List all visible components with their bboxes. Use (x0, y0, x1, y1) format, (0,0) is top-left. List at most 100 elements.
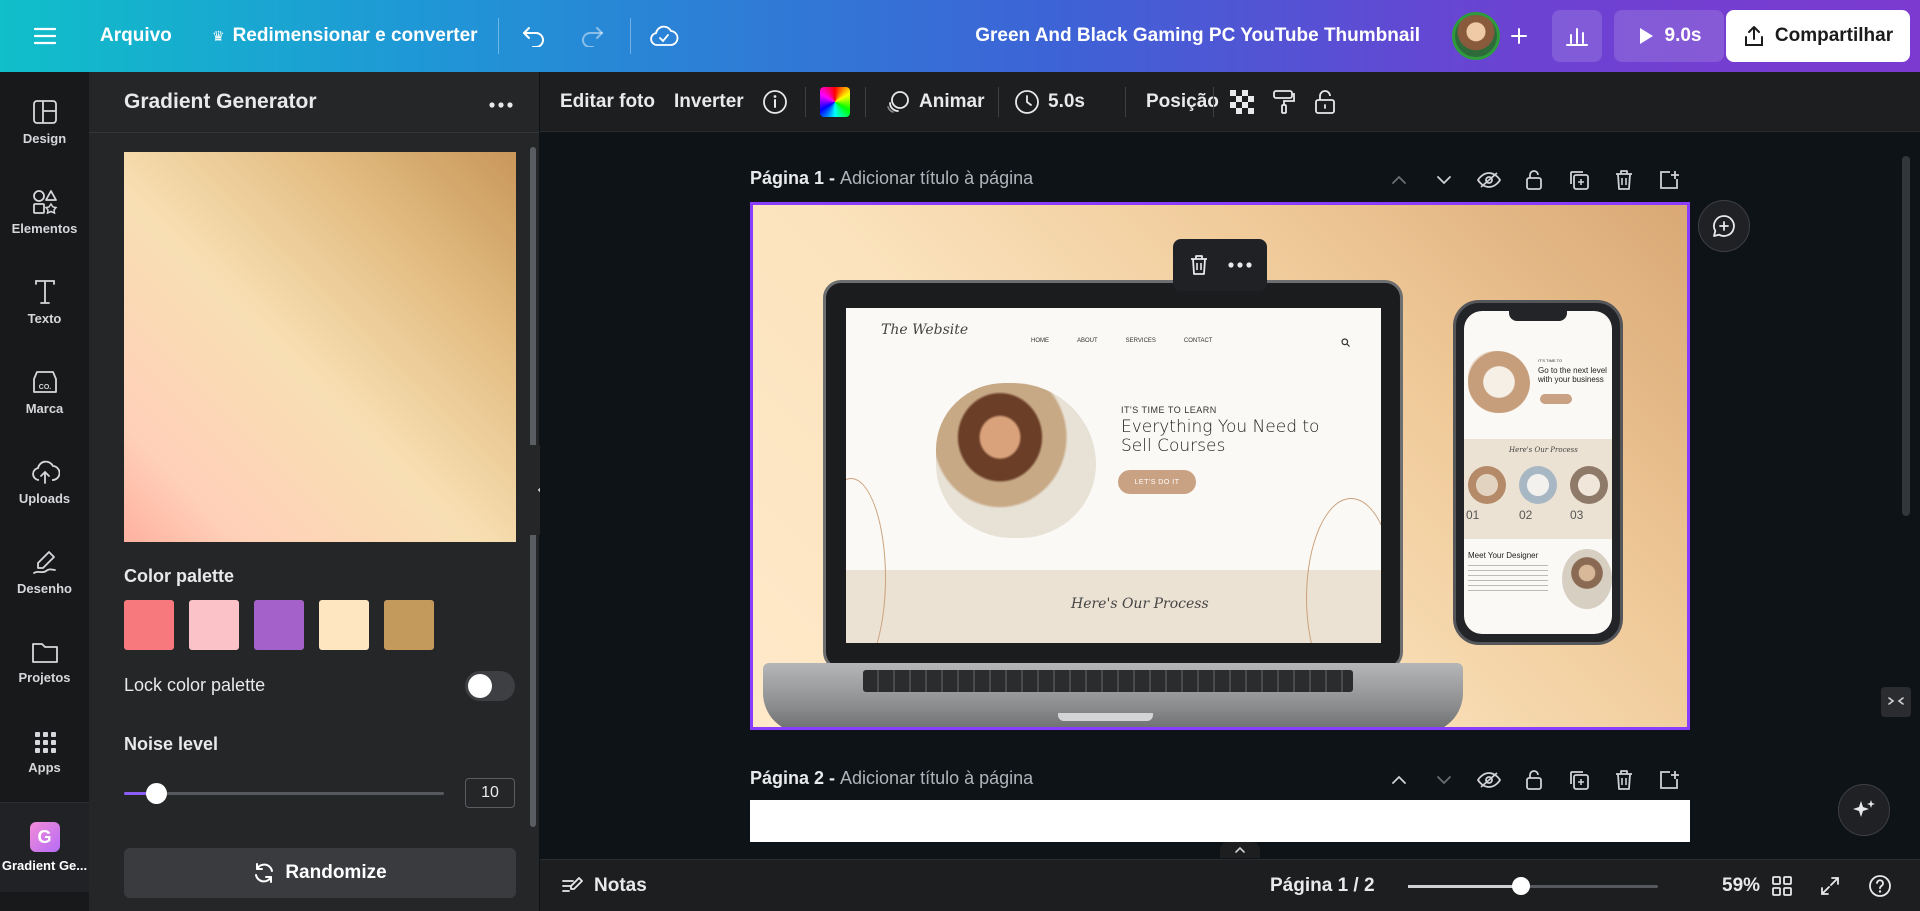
magic-assistant-button[interactable] (1838, 784, 1890, 836)
rail-item-text[interactable]: Texto (0, 262, 89, 342)
toolbar-divider (630, 18, 631, 54)
animate-button[interactable]: Animar (885, 72, 984, 132)
delete-page-icon[interactable] (1610, 166, 1638, 194)
laptop-mockup[interactable]: The Website HOME ABOUT SERVICES CONTACT … (823, 280, 1403, 670)
zoom-slider-fill (1408, 885, 1521, 888)
site-nav-link: SERVICES (1125, 338, 1156, 344)
fullscreen-icon[interactable] (1816, 872, 1844, 900)
page-2-tools (1385, 766, 1683, 794)
canvas-area: Página 1 - Adicionar título à página The… (540, 132, 1920, 859)
rail-item-uploads[interactable]: Uploads (0, 442, 89, 522)
rail-item-elements[interactable]: Elementos (0, 172, 89, 252)
undo-icon[interactable] (516, 18, 552, 54)
rail-item-apps[interactable]: Apps (0, 712, 89, 792)
expand-pages-button[interactable] (1220, 842, 1260, 858)
canvas-scrollbar[interactable] (1902, 156, 1910, 516)
page-number-label: Página 1 - (750, 168, 841, 188)
edit-photo-button[interactable]: Editar foto (560, 72, 655, 132)
panel-title: Gradient Generator (124, 90, 317, 113)
noise-value-input[interactable]: 10 (465, 778, 515, 808)
page-2-title[interactable]: Página 2 - Adicionar título à página (750, 768, 1033, 789)
zoom-slider-handle[interactable] (1511, 877, 1530, 895)
page-indicator[interactable]: Página 1 / 2 (1270, 860, 1375, 911)
rail-label: Marca (25, 400, 64, 416)
randomize-button[interactable]: Randomize (124, 848, 516, 898)
rail-item-brand[interactable]: CO. Marca (0, 352, 89, 432)
resize-button[interactable]: ♛ Redimensionar e converter (212, 0, 478, 72)
add-page-icon[interactable] (1655, 166, 1683, 194)
site-nav-link: HOME (1031, 338, 1049, 344)
add-comment-button[interactable] (1698, 200, 1750, 252)
zoom-slider[interactable] (1408, 877, 1658, 895)
palette-swatch[interactable] (189, 600, 239, 650)
top-bar: Arquivo ♛ Redimensionar e converter Gree… (0, 0, 1920, 72)
lock-palette-toggle[interactable] (465, 671, 515, 701)
grid-view-icon[interactable] (1768, 872, 1796, 900)
present-button[interactable]: 9.0s (1614, 10, 1724, 62)
hide-page-icon[interactable] (1475, 766, 1503, 794)
avatar[interactable] (1452, 12, 1500, 60)
face-reaction-icon[interactable] (1881, 687, 1911, 717)
process-title: Here's Our Process (1071, 596, 1209, 612)
add-page-title-hint: Adicionar título à página (840, 768, 1034, 788)
notes-button[interactable]: Notas (560, 860, 647, 911)
zoom-percent[interactable]: 59% (1722, 860, 1760, 911)
chevron-up-icon[interactable] (1385, 766, 1413, 794)
trash-icon[interactable] (1189, 254, 1209, 276)
chevron-up-icon[interactable] (1385, 166, 1413, 194)
palette-swatch[interactable] (384, 600, 434, 650)
color-picker-button[interactable] (820, 72, 850, 132)
cloud-saved-icon[interactable] (646, 18, 682, 54)
help-icon[interactable] (1866, 872, 1894, 900)
lock-page-icon[interactable] (1520, 166, 1548, 194)
lock-icon[interactable] (1314, 72, 1336, 132)
site-nav-link: CONTACT (1183, 338, 1213, 344)
phone-step-number: 03 (1570, 508, 1584, 522)
noise-slider-handle[interactable] (146, 783, 167, 804)
noise-slider[interactable] (124, 783, 444, 804)
paint-roller-icon[interactable] (1272, 72, 1296, 132)
duration-button[interactable]: 5.0s (1014, 72, 1085, 132)
palette-swatch[interactable] (254, 600, 304, 650)
delete-page-icon[interactable] (1610, 766, 1638, 794)
duplicate-page-icon[interactable] (1565, 766, 1593, 794)
more-options-icon[interactable] (1227, 262, 1252, 268)
phone-screenshot: IT'S TIME TO Go to the next level with y… (1464, 311, 1612, 634)
transparency-icon[interactable] (1230, 72, 1254, 132)
hide-page-icon[interactable] (1475, 166, 1503, 194)
rail-item-draw[interactable]: Desenho (0, 532, 89, 612)
chevron-down-icon[interactable] (1430, 766, 1458, 794)
redo-icon[interactable] (574, 18, 610, 54)
flip-button[interactable]: Inverter (674, 72, 744, 132)
decorative-line (1306, 498, 1381, 643)
more-options-icon[interactable] (484, 90, 518, 120)
gradient-preview[interactable] (124, 152, 516, 542)
rail-item-design[interactable]: Design (0, 82, 89, 162)
insights-button[interactable] (1552, 10, 1602, 62)
document-title[interactable]: Green And Black Gaming PC YouTube Thumbn… (975, 0, 1420, 72)
lock-page-icon[interactable] (1520, 766, 1548, 794)
page-2-canvas[interactable] (750, 800, 1690, 842)
chevron-up-icon (1235, 846, 1245, 853)
file-menu-button[interactable]: Arquivo (100, 0, 172, 72)
page-1-title[interactable]: Página 1 - Adicionar título à página (750, 168, 1033, 189)
comment-add-icon (1713, 215, 1735, 237)
palette-swatch[interactable] (319, 600, 369, 650)
sparkle-icon (1853, 800, 1875, 817)
rail-item-projects[interactable]: Projetos (0, 622, 89, 702)
menu-icon[interactable] (30, 22, 60, 50)
chevron-down-icon[interactable] (1430, 166, 1458, 194)
rail-item-gradient-generator[interactable]: G Gradient Ge... (0, 802, 89, 892)
info-icon[interactable] (762, 72, 788, 132)
page-number-label: Página 2 - (750, 768, 841, 788)
phone-mockup[interactable]: IT'S TIME TO Go to the next level with y… (1453, 300, 1623, 645)
palette-swatch[interactable] (124, 600, 174, 650)
duplicate-page-icon[interactable] (1565, 166, 1593, 194)
toolbar-divider (805, 87, 806, 117)
add-page-icon[interactable] (1655, 766, 1683, 794)
share-button[interactable]: Compartilhar (1726, 10, 1910, 62)
hero-cta: LET'S DO IT (1118, 470, 1196, 494)
position-button[interactable]: Posição (1126, 72, 1219, 132)
phone-step-number: 02 (1519, 508, 1533, 522)
add-collaborator-button[interactable] (1498, 15, 1540, 57)
